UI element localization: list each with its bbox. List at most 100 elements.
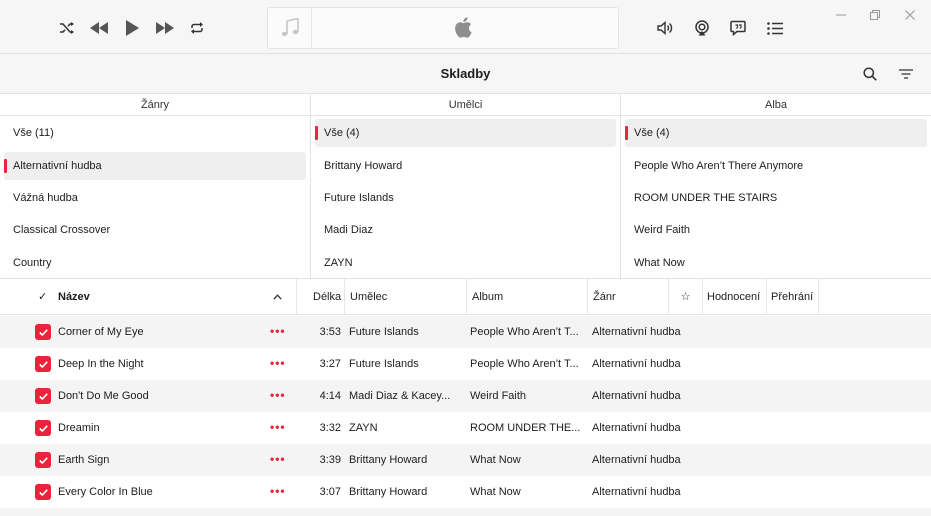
song-album: Weird Faith [470, 390, 527, 402]
table-row[interactable]: Corner of My Eye ••• 3:53 Future Islands… [0, 316, 931, 348]
checkbox-checked[interactable] [35, 452, 51, 468]
song-genre: Alternativní hudba [592, 326, 681, 338]
song-name: Earth Sign [58, 454, 110, 466]
genre-item[interactable]: Alternativní hudba [4, 152, 306, 180]
song-genre: Alternativní hudba [592, 358, 681, 370]
column-header-love[interactable]: ☆ [668, 279, 702, 315]
checkbox-checked[interactable] [35, 388, 51, 404]
lyrics-icon[interactable] [724, 14, 752, 42]
artist-item[interactable]: Future Islands [315, 184, 616, 212]
song-length: 3:53 [319, 326, 341, 338]
restore-icon[interactable] [864, 6, 886, 24]
column-header-plays[interactable]: Přehrání [766, 279, 819, 315]
song-album: People Who Aren’t T... [470, 326, 579, 338]
now-playing-display [267, 7, 619, 49]
song-album: People Who Aren’t T... [470, 358, 579, 370]
song-genre: Alternativní hudba [592, 422, 681, 434]
next-icon[interactable] [151, 14, 179, 42]
search-icon[interactable] [860, 65, 880, 83]
album-item[interactable]: Vše (4) [625, 119, 927, 147]
artist-item[interactable]: ZAYN [315, 249, 616, 277]
album-item[interactable]: What Now [625, 249, 927, 277]
previous-icon[interactable] [85, 14, 113, 42]
song-genre: Alternativní hudba [592, 486, 681, 498]
song-artist: Future Islands [349, 326, 419, 338]
song-name: Every Color In Blue [58, 486, 153, 498]
song-artist: Madi Diaz & Kacey... [349, 390, 451, 402]
table-row[interactable]: Dreamin ••• 3:32 ZAYN ROOM UNDER THE... … [0, 412, 931, 444]
genre-item[interactable]: Vše (11) [4, 119, 306, 147]
column-browser: Žánry Vše (11) Alternativní hudba Vážná … [0, 94, 931, 279]
artists-column: Umělci Vše (4) Brittany Howard Future Is… [310, 94, 620, 279]
apple-logo-icon [454, 17, 472, 43]
page-title: Skladby [440, 66, 491, 81]
column-header-album[interactable]: Album [466, 279, 587, 315]
genres-header[interactable]: Žánry [0, 94, 310, 116]
table-row[interactable]: Earth Sign ••• 3:39 Brittany Howard What… [0, 444, 931, 476]
song-album: ROOM UNDER THE... [470, 422, 581, 434]
genre-item[interactable]: Vážná hudba [4, 184, 306, 212]
table-row[interactable]: Every Color In Blue ••• 3:07 Brittany Ho… [0, 476, 931, 508]
song-length: 3:27 [319, 358, 341, 370]
table-row[interactable]: Don't Do Me Good ••• 4:14 Madi Diaz & Ka… [0, 380, 931, 412]
minimize-icon[interactable] [830, 6, 852, 24]
title-bar: Skladby [0, 54, 931, 94]
queue-icon[interactable] [761, 14, 789, 42]
song-length: 3:39 [319, 454, 341, 466]
song-genre: Alternativní hudba [592, 454, 681, 466]
more-options-icon[interactable]: ••• [270, 412, 286, 444]
checkbox-checked[interactable] [35, 324, 51, 340]
more-options-icon[interactable]: ••• [270, 348, 286, 380]
album-item[interactable]: Weird Faith [625, 216, 927, 244]
song-artist: Brittany Howard [349, 454, 428, 466]
genre-item[interactable]: Classical Crossover [4, 216, 306, 244]
checkbox-checked[interactable] [35, 356, 51, 372]
song-album: What Now [470, 454, 521, 466]
song-artist: Brittany Howard [349, 486, 428, 498]
artist-item[interactable]: Vše (4) [315, 119, 616, 147]
column-header-name[interactable]: Název [58, 279, 90, 315]
checkbox-checked[interactable] [35, 420, 51, 436]
song-artist: ZAYN [349, 422, 378, 434]
album-item[interactable]: ROOM UNDER THE STAIRS [625, 184, 927, 212]
column-header-length[interactable]: Délka [296, 279, 344, 315]
song-length: 3:32 [319, 422, 341, 434]
view-options-icon[interactable] [896, 65, 916, 83]
song-name: Dreamin [58, 422, 100, 434]
song-album: What Now [470, 486, 521, 498]
genres-column: Žánry Vše (11) Alternativní hudba Vážná … [0, 94, 310, 279]
artist-item[interactable]: Madi Diaz [315, 216, 616, 244]
sort-ascending-icon[interactable] [273, 279, 282, 315]
songs-table-header: ✓ Název Délka Umělec Album Žánr ☆ Hodnoc… [0, 279, 931, 315]
song-name: Deep In the Night [58, 358, 144, 370]
checkbox-checked[interactable] [35, 484, 51, 500]
more-options-icon[interactable]: ••• [270, 380, 286, 412]
play-icon[interactable] [118, 14, 146, 42]
repeat-icon[interactable] [183, 14, 211, 42]
column-header-check[interactable]: ✓ [38, 279, 47, 315]
artists-header[interactable]: Umělci [311, 94, 620, 116]
column-header-artist[interactable]: Umělec [344, 279, 466, 315]
close-icon[interactable] [899, 6, 921, 24]
song-genre: Alternativní hudba [592, 390, 681, 402]
airplay-icon[interactable] [688, 14, 716, 42]
table-row[interactable] [0, 508, 931, 516]
artist-item[interactable]: Brittany Howard [315, 152, 616, 180]
player-bar [0, 0, 931, 54]
more-options-icon[interactable]: ••• [270, 444, 286, 476]
song-name: Don't Do Me Good [58, 390, 149, 402]
more-options-icon[interactable]: ••• [270, 476, 286, 508]
more-options-icon[interactable]: ••• [270, 316, 286, 348]
column-header-genre[interactable]: Žánr [587, 279, 668, 315]
volume-icon[interactable] [651, 14, 679, 42]
genre-item[interactable]: Country [4, 249, 306, 277]
song-length: 3:07 [319, 486, 341, 498]
albums-header[interactable]: Alba [621, 94, 931, 116]
table-row[interactable]: Deep In the Night ••• 3:27 Future Island… [0, 348, 931, 380]
song-length: 4:14 [319, 390, 341, 402]
album-item[interactable]: People Who Aren’t There Anymore [625, 152, 927, 180]
shuffle-icon[interactable] [53, 14, 81, 42]
albums-column: Alba Vše (4) People Who Aren’t There Any… [620, 94, 931, 279]
song-name: Corner of My Eye [58, 326, 144, 338]
column-header-rating[interactable]: Hodnocení [702, 279, 766, 315]
